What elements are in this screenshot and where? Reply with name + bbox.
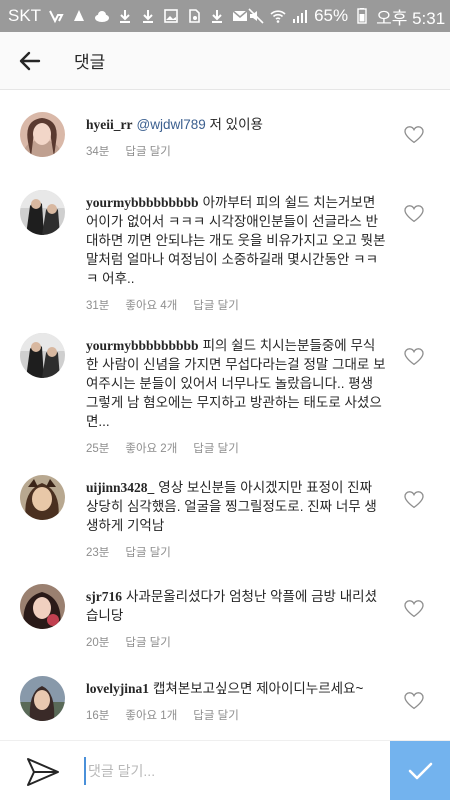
comment-body: sjr716 사과문올리셨다가 엄청난 악플에 금방 내리셨습니당 20분 답글 … xyxy=(86,587,386,650)
battery-icon xyxy=(357,8,367,24)
header: 댓글 xyxy=(0,32,450,90)
comment-text: sjr716 사과문올리셨다가 엄청난 악플에 금방 내리셨습니당 xyxy=(86,587,386,625)
sd-card-icon xyxy=(189,9,200,23)
comment-text: hyeii_rr @wjdwl789 저 있이용 xyxy=(86,115,386,134)
carrier-label: SKT xyxy=(8,6,42,25)
download-icon xyxy=(143,10,154,23)
avatar[interactable] xyxy=(20,112,65,157)
reply-button[interactable]: 답글 달기 xyxy=(193,440,239,456)
comment-item: uijinn3428_ 영상 보신분들 아시겠지만 표정이 진짜 상당히 심각했음… xyxy=(0,475,450,559)
mute-icon xyxy=(248,8,264,24)
avatar[interactable] xyxy=(20,584,65,629)
download-icon xyxy=(120,10,131,23)
avatar[interactable] xyxy=(20,333,65,378)
avatar[interactable] xyxy=(20,676,65,721)
comment-meta: 25분 좋아요 2개 답글 달기 xyxy=(86,440,386,456)
check-icon[interactable] xyxy=(405,756,435,786)
likes-count[interactable]: 좋아요 2개 xyxy=(125,440,177,456)
comment-text: uijinn3428_ 영상 보신분들 아시겠지만 표정이 진짜 상당히 심각했음… xyxy=(86,478,386,535)
comment-text: lovelyjina1 캡쳐본보고싶으면 제아이디누르세요~ xyxy=(86,679,386,698)
avatar-image xyxy=(20,112,65,157)
reply-button[interactable]: 답글 달기 xyxy=(193,707,239,723)
post-comment-button[interactable] xyxy=(390,741,450,800)
comment-body: lovelyjina1 캡쳐본보고싶으면 제아이디누르세요~ 16분 좋아요 1개… xyxy=(86,679,386,723)
wifi-icon xyxy=(270,10,286,23)
comment-item: hyeii_rr @wjdwl789 저 있이용 34분 답글 달기 xyxy=(0,112,450,182)
comment-body: yourmybbbbbbbbb 피의 쉴드 치시는분들중에 무식한 사람이 신념을… xyxy=(86,336,386,456)
reply-button[interactable]: 답글 달기 xyxy=(125,634,171,650)
reply-button[interactable]: 답글 달기 xyxy=(193,297,239,313)
comment-input[interactable] xyxy=(84,757,374,785)
heart-icon[interactable] xyxy=(404,126,424,144)
arrow-left-icon[interactable] xyxy=(18,49,42,73)
reply-button[interactable]: 답글 달기 xyxy=(125,544,171,560)
comment-body: uijinn3428_ 영상 보신분들 아시겠지만 표정이 진짜 상당히 심각했음… xyxy=(86,478,386,560)
comment-text: yourmybbbbbbbbb 아까부터 피의 쉴드 치는거보면 어이가 없어서 … xyxy=(86,193,386,288)
comment-body: yourmybbbbbbbbb 아까부터 피의 쉴드 치는거보면 어이가 없어서 … xyxy=(86,193,386,313)
comment-time: 31분 xyxy=(86,300,110,312)
comment-mention[interactable]: @wjdwl789 xyxy=(137,117,206,132)
comment-item: lovelyjina1 캡쳐본보고싶으면 제아이디누르세요~ 16분 좋아요 1개… xyxy=(0,676,450,726)
avatar-image xyxy=(20,676,65,721)
likes-count[interactable]: 좋아요 1개 xyxy=(125,707,177,723)
heart-icon[interactable] xyxy=(404,692,424,710)
heart-icon[interactable] xyxy=(404,491,424,509)
comment-time: 34분 xyxy=(86,146,110,158)
comment-time: 23분 xyxy=(86,547,110,559)
heart-icon[interactable] xyxy=(404,600,424,618)
volte-icon xyxy=(49,10,64,24)
comment-username[interactable]: hyeii_rr xyxy=(86,117,133,132)
comment-composer xyxy=(0,740,450,800)
comment-meta: 31분 좋아요 4개 답글 달기 xyxy=(86,297,386,313)
comment-time: 25분 xyxy=(86,443,110,455)
back-button[interactable] xyxy=(0,32,60,90)
chat-icon xyxy=(74,10,85,21)
mail-icon xyxy=(232,10,248,21)
comment-meta: 20분 답글 달기 xyxy=(86,634,386,650)
cloud-icon xyxy=(95,11,110,22)
heart-icon[interactable] xyxy=(404,348,424,366)
avatar-image xyxy=(20,190,65,235)
avatar[interactable] xyxy=(20,475,65,520)
status-left: SKT xyxy=(8,6,248,26)
comment-time: 16분 xyxy=(86,710,110,722)
heart-icon[interactable] xyxy=(404,205,424,223)
signal-icon xyxy=(293,10,308,23)
comment-meta: 34분 답글 달기 xyxy=(86,143,386,159)
comment-username[interactable]: yourmybbbbbbbbb xyxy=(86,338,199,353)
comment-content: 저 있이용 xyxy=(205,117,263,132)
download-icon xyxy=(212,10,223,23)
avatar-image xyxy=(20,475,65,520)
comment-item: yourmybbbbbbbbb 피의 쉴드 치시는분들중에 무식한 사람이 신념을… xyxy=(0,333,450,456)
page-title: 댓글 xyxy=(74,53,106,72)
avatar-image xyxy=(20,584,65,629)
avatar[interactable] xyxy=(20,190,65,235)
comment-username[interactable]: uijinn3428_ xyxy=(86,480,154,495)
comment-time: 20분 xyxy=(86,637,110,649)
likes-count[interactable]: 좋아요 4개 xyxy=(125,297,177,313)
comment-username[interactable]: lovelyjina1 xyxy=(86,681,149,696)
comment-username[interactable]: yourmybbbbbbbbb xyxy=(86,195,199,210)
battery-percent: 65% xyxy=(314,6,349,25)
comment-content: 사과문올리셨다가 엄청난 악플에 금방 내리셨습니당 xyxy=(86,589,377,623)
comment-item: yourmybbbbbbbbb 아까부터 피의 쉴드 치는거보면 어이가 없어서 … xyxy=(0,190,450,313)
comment-body: hyeii_rr @wjdwl789 저 있이용 34분 답글 달기 xyxy=(86,115,386,159)
image-icon xyxy=(164,9,178,23)
comment-text: yourmybbbbbbbbb 피의 쉴드 치시는분들중에 무식한 사람이 신념을… xyxy=(86,336,386,431)
status-bar: SKT 65% 오후 5:31 xyxy=(0,0,450,32)
send-arrow-icon[interactable] xyxy=(20,755,64,789)
comment-meta: 23분 답글 달기 xyxy=(86,544,386,560)
comment-item: sjr716 사과문올리셨다가 엄청난 악플에 금방 내리셨습니당 20분 답글 … xyxy=(0,584,450,649)
status-right: 65% 오후 5:31 xyxy=(248,4,445,29)
clock: 오후 5:31 xyxy=(376,8,446,28)
avatar-image xyxy=(20,333,65,378)
reply-button[interactable]: 답글 달기 xyxy=(125,143,171,159)
comment-username[interactable]: sjr716 xyxy=(86,589,122,604)
comment-meta: 16분 좋아요 1개 답글 달기 xyxy=(86,707,386,723)
comment-content: 캡쳐본보고싶으면 제아이디누르세요~ xyxy=(153,681,364,696)
